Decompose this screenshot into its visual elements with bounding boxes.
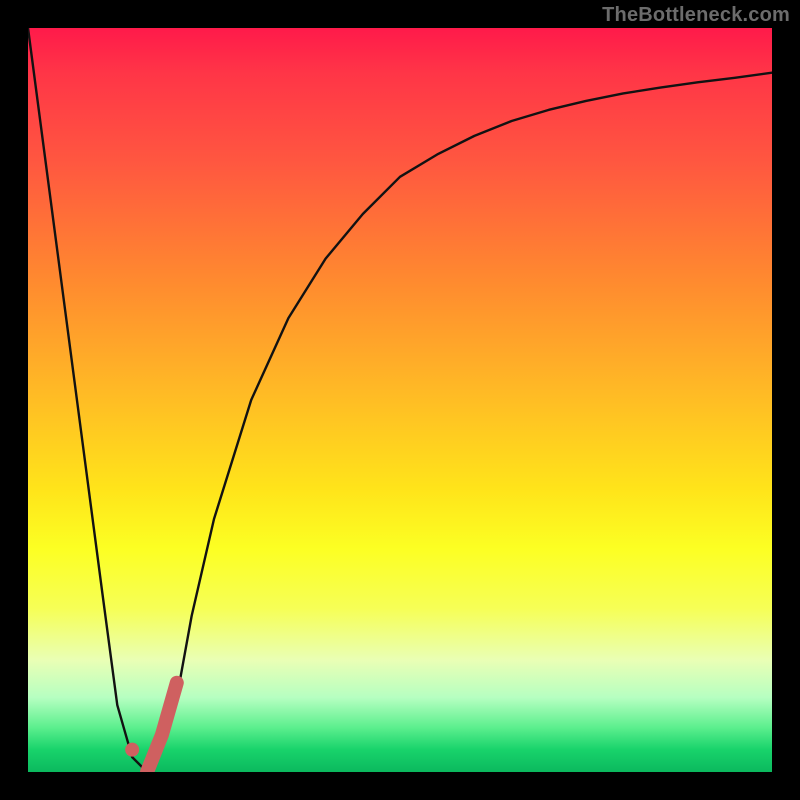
marker-dot [125, 743, 139, 757]
curve-layer [28, 28, 772, 772]
chart-container: TheBottleneck.com [0, 0, 800, 800]
marker-segment-path [147, 683, 177, 772]
bottleneck-curve-path [28, 28, 772, 772]
watermark-text: TheBottleneck.com [602, 4, 790, 27]
plot-area [28, 28, 772, 772]
